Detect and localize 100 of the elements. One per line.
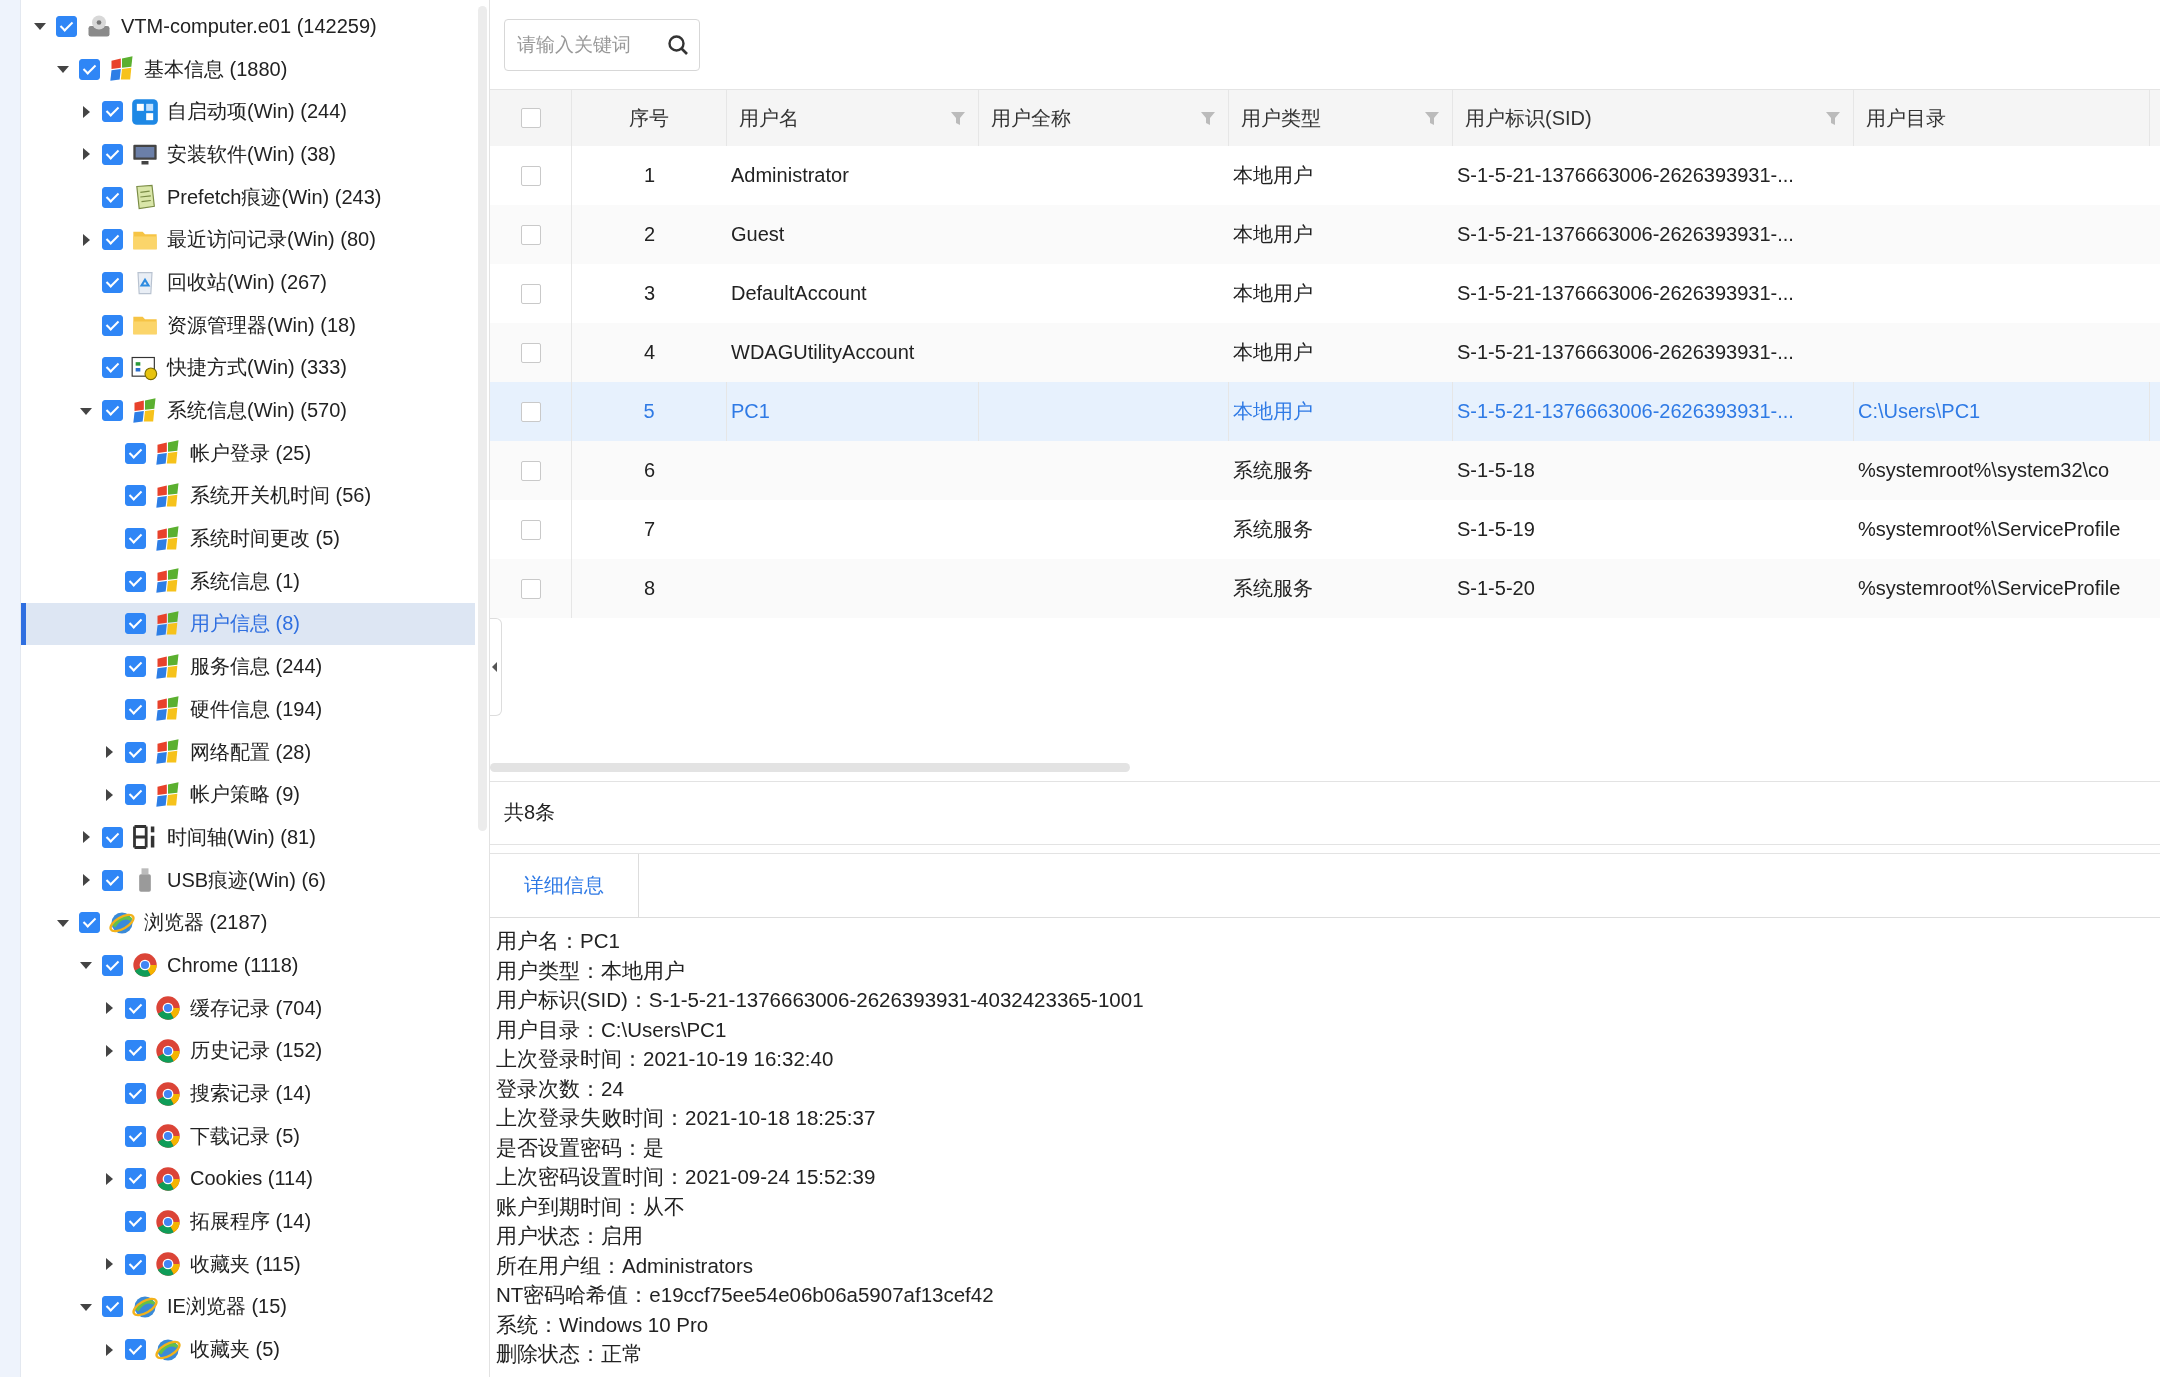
- checkbox[interactable]: [520, 165, 541, 186]
- caret-right-icon[interactable]: [80, 105, 92, 118]
- table-row[interactable]: 6 系统服务 S-1-5-18 %systemroot%\system32\co: [490, 441, 2160, 501]
- tree-item[interactable]: 回收站(Win) (267): [21, 261, 475, 304]
- checkbox[interactable]: [125, 1040, 146, 1062]
- checkbox[interactable]: [102, 869, 123, 891]
- caret-right-icon[interactable]: [103, 746, 115, 759]
- tree-item[interactable]: 自启动项(Win) (244): [21, 90, 475, 134]
- tree-item[interactable]: 浏览器 (2187): [21, 901, 475, 945]
- checkbox[interactable]: [125, 485, 146, 507]
- checkbox[interactable]: [102, 826, 123, 848]
- tree-item[interactable]: Cookies (114): [21, 1157, 475, 1201]
- checkbox[interactable]: [102, 229, 123, 251]
- checkbox[interactable]: [102, 143, 123, 165]
- checkbox[interactable]: [125, 741, 146, 763]
- caret-right-icon[interactable]: [103, 1258, 115, 1271]
- tree-item[interactable]: 系统信息 (1): [21, 559, 475, 603]
- tree-item[interactable]: 资源管理器(Win) (18): [21, 303, 475, 347]
- caret-right-icon[interactable]: [103, 1002, 115, 1015]
- tree-item[interactable]: 时间轴(Win) (81): [21, 816, 475, 859]
- checkbox[interactable]: [79, 58, 100, 80]
- checkbox[interactable]: [102, 186, 123, 208]
- checkbox[interactable]: [520, 108, 541, 129]
- tree-item[interactable]: 下载记录 (5): [21, 1114, 475, 1158]
- scrollbar[interactable]: [490, 762, 1130, 772]
- caret-right-icon[interactable]: [103, 1044, 115, 1057]
- tree-item[interactable]: 帐户登录 (25): [21, 431, 475, 475]
- caret-right-icon[interactable]: [80, 148, 92, 161]
- checkbox[interactable]: [125, 1083, 146, 1105]
- caret-right-icon[interactable]: [103, 1172, 115, 1185]
- tree-item[interactable]: 收藏夹 (5): [21, 1328, 475, 1371]
- tree-item[interactable]: 最近访问记录(Win) (80): [21, 218, 475, 262]
- checkbox[interactable]: [102, 271, 123, 293]
- table-row[interactable]: 2 Guest 本地用户 S-1-5-21-1376663006-2626393931-...: [490, 205, 2160, 265]
- tree-item[interactable]: 系统信息(Win) (570): [21, 389, 475, 432]
- checkbox[interactable]: [102, 400, 123, 422]
- column-header[interactable]: 用户名: [739, 104, 799, 132]
- tree-item[interactable]: USB痕迹(Win) (6): [21, 858, 475, 902]
- tree-item[interactable]: 搜索记录 (14): [21, 1072, 475, 1115]
- column-header[interactable]: 用户标识(SID): [1465, 104, 1592, 132]
- checkbox[interactable]: [125, 528, 146, 550]
- checkbox[interactable]: [102, 954, 123, 976]
- tree-item[interactable]: 快捷方式(Win) (333): [21, 346, 475, 390]
- checkbox[interactable]: [79, 912, 100, 934]
- checkbox[interactable]: [125, 442, 146, 464]
- caret-right-icon[interactable]: [103, 1343, 115, 1356]
- checkbox[interactable]: [125, 1168, 146, 1190]
- tree-item[interactable]: 硬件信息 (194): [21, 688, 475, 731]
- column-header[interactable]: 序号: [629, 104, 669, 132]
- search-field[interactable]: 请输入关键词: [504, 18, 700, 71]
- tree-item[interactable]: 用户信息 (8): [21, 602, 475, 646]
- tree-item[interactable]: IE浏览器 (15): [21, 1285, 475, 1329]
- caret-right-icon[interactable]: [103, 788, 115, 801]
- checkbox[interactable]: [520, 342, 541, 363]
- checkbox[interactable]: [125, 1211, 146, 1233]
- column-header[interactable]: 用户全称: [991, 104, 1071, 132]
- checkbox[interactable]: [125, 1339, 146, 1361]
- tree-item[interactable]: 收藏夹 (115): [21, 1242, 475, 1286]
- checkbox[interactable]: [520, 283, 541, 304]
- tree-item[interactable]: 网络配置 (28): [21, 730, 475, 774]
- tree-item[interactable]: 基本信息 (1880): [21, 47, 475, 91]
- checkbox[interactable]: [520, 519, 541, 540]
- tree-item[interactable]: 历史记录 (152): [21, 1029, 475, 1073]
- checkbox[interactable]: [56, 15, 77, 37]
- checkbox[interactable]: [102, 101, 123, 123]
- caret-right-icon[interactable]: [80, 831, 92, 844]
- tree-item[interactable]: 服务信息 (244): [21, 645, 475, 688]
- checkbox[interactable]: [102, 1296, 123, 1318]
- column-header[interactable]: 用户目录: [1866, 104, 1946, 132]
- tree-item[interactable]: 缓存记录 (704): [21, 986, 475, 1030]
- tree-item[interactable]: 拓展程序 (14): [21, 1200, 475, 1243]
- checkbox[interactable]: [520, 401, 541, 422]
- checkbox[interactable]: [125, 1253, 146, 1275]
- table-row[interactable]: 4 WDAGUtilityAccount 本地用户 S-1-5-21-1376663006-2626393931-...: [490, 323, 2160, 383]
- tree-item[interactable]: Prefetch痕迹(Win) (243): [21, 175, 475, 219]
- checkbox[interactable]: [125, 698, 146, 720]
- checkbox[interactable]: [125, 784, 146, 806]
- search-icon[interactable]: [666, 32, 690, 57]
- checkbox[interactable]: [102, 314, 123, 336]
- checkbox[interactable]: [125, 997, 146, 1019]
- tree-item[interactable]: Chrome (1118): [21, 944, 475, 987]
- caret-right-icon[interactable]: [80, 874, 92, 887]
- tree-item[interactable]: 系统时间更改 (5): [21, 517, 475, 560]
- checkbox[interactable]: [125, 656, 146, 678]
- table-row[interactable]: 5 PC1 本地用户 S-1-5-21-1376663006-2626393931-... C:\Users\PC1: [490, 382, 2160, 442]
- checkbox[interactable]: [125, 613, 146, 635]
- checkbox[interactable]: [125, 1125, 146, 1147]
- checkbox[interactable]: [520, 224, 541, 245]
- checkbox[interactable]: [125, 570, 146, 592]
- caret-right-icon[interactable]: [80, 233, 92, 246]
- checkbox[interactable]: [520, 460, 541, 481]
- tree-item[interactable]: 帐户策略 (9): [21, 773, 475, 817]
- checkbox[interactable]: [520, 578, 541, 599]
- tree-item[interactable]: 系统开关机时间 (56): [21, 474, 475, 518]
- column-header[interactable]: 用户类型: [1241, 104, 1321, 132]
- table-row[interactable]: 8 系统服务 S-1-5-20 %systemroot%\ServiceProfile: [490, 559, 2160, 619]
- collapse-handle[interactable]: [490, 618, 502, 716]
- tree-item[interactable]: 安装软件(Win) (38): [21, 133, 475, 176]
- tree-item[interactable]: VTM-computer.e01 (142259): [21, 5, 475, 48]
- checkbox[interactable]: [102, 357, 123, 379]
